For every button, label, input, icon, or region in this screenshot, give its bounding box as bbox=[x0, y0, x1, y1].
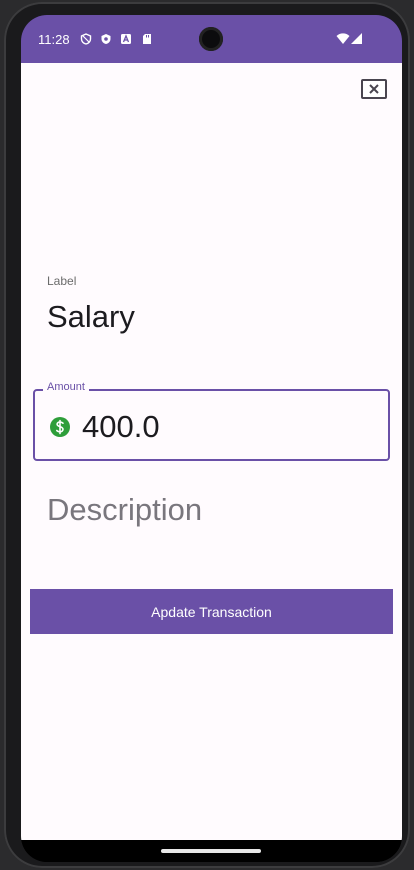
shield-outline-icon bbox=[80, 33, 92, 45]
dollar-circle-icon bbox=[50, 417, 70, 437]
transaction-form: Label Salary Amount 400.0 Description Ap… bbox=[21, 63, 402, 840]
sd-card-icon bbox=[143, 34, 151, 44]
label-caption: Label bbox=[47, 274, 77, 288]
description-field[interactable]: Description bbox=[47, 492, 202, 528]
amount-caption: Amount bbox=[43, 381, 89, 393]
shield-icon bbox=[101, 34, 111, 44]
screen: 11:28 Label Salary Amount 400.0 Descript… bbox=[21, 15, 402, 862]
close-icon bbox=[369, 84, 379, 94]
phone-frame: 11:28 Label Salary Amount 400.0 Descript… bbox=[4, 2, 410, 868]
close-button[interactable] bbox=[361, 79, 387, 99]
wifi-icon bbox=[336, 33, 350, 44]
camera-icon bbox=[199, 27, 223, 51]
status-bar: 11:28 bbox=[21, 15, 402, 63]
amount-value: 400.0 bbox=[82, 409, 160, 444]
status-time: 11:28 bbox=[38, 32, 70, 47]
home-gesture-handle[interactable] bbox=[161, 849, 261, 853]
update-transaction-button[interactable]: Apdate Transaction bbox=[30, 589, 393, 634]
signal-icon bbox=[351, 33, 362, 44]
amount-field[interactable]: Amount 400.0 bbox=[33, 381, 390, 461]
label-field[interactable]: Salary bbox=[47, 299, 135, 335]
a-icon bbox=[121, 34, 131, 44]
navigation-bar bbox=[21, 840, 402, 862]
